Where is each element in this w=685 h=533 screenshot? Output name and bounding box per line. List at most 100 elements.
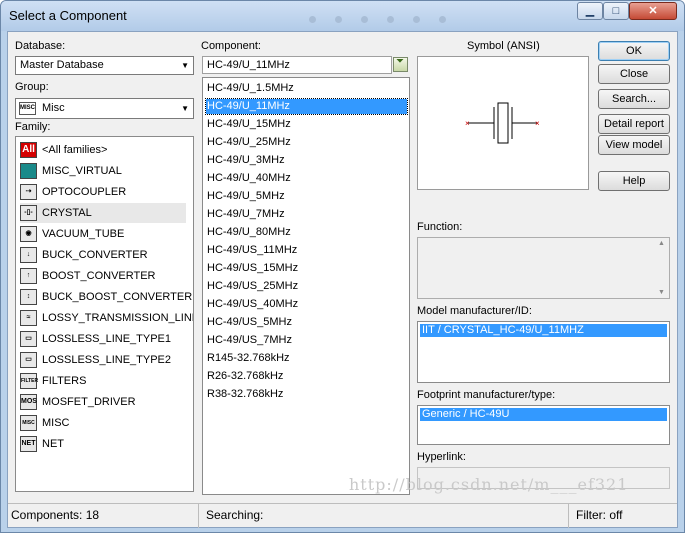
family-item[interactable]: NET NET [20, 434, 186, 454]
family-item-label: BUCK_BOOST_CONVERTER [42, 291, 193, 303]
lossless-line-type1-icon: ▭ [20, 331, 37, 347]
misc-virtual-icon [20, 163, 37, 179]
component-label: Component: [201, 40, 261, 52]
database-dropdown[interactable]: Master Database ▼ [15, 56, 194, 75]
family-item[interactable]: ⇢ OPTOCOUPLER [20, 182, 186, 202]
component-list[interactable]: HC-49/U_1.5MHz HC-49/U_11MHz HC-49/U_15MHz… [202, 77, 410, 495]
close-window-button[interactable]: ✕ [629, 2, 677, 20]
family-item-label: CRYSTAL [42, 207, 92, 219]
status-divider [198, 504, 199, 528]
model-manufacturer-list[interactable]: IIT / CRYSTAL_HC-49/U_11MHZ [417, 321, 670, 383]
title-bar[interactable]: Select a Component ▁ □ ✕ [1, 1, 684, 31]
window-title: Select a Component [9, 8, 127, 23]
family-item[interactable]: ◉ VACUUM_TUBE [20, 224, 186, 244]
faded-dot-icon [335, 16, 342, 23]
maximize-button[interactable]: □ [603, 2, 629, 20]
group-label: Group: [15, 81, 49, 93]
filter-funnel-icon: ⏷ [396, 56, 404, 67]
footprint-label: Footprint manufacturer/type: [417, 389, 556, 401]
status-divider [568, 504, 569, 528]
family-item[interactable]: MISC_VIRTUAL [20, 161, 186, 181]
family-item[interactable]: ↓ BUCK_CONVERTER [20, 245, 186, 265]
buck-converter-icon: ↓ [20, 247, 37, 263]
close-icon: ✕ [648, 5, 658, 17]
family-item-label: LOSSLESS_LINE_TYPE1 [42, 333, 172, 345]
model-manufacturer-label: Model manufacturer/ID: [417, 305, 532, 317]
search-button[interactable]: Search... [598, 89, 670, 109]
component-item[interactable]: HC-49/US_7MHz [206, 333, 407, 348]
family-item[interactable]: ≈ LOSSY_TRANSMISSION_LINE [20, 308, 193, 328]
footprint-list[interactable]: Generic / HC-49U [417, 405, 670, 445]
family-list[interactable]: All <All families> MISC_VIRTUAL ⇢ OPTOCOUPLE… [15, 136, 194, 492]
lossy-transmission-line-icon: ≈ [20, 310, 37, 326]
family-item[interactable]: ▭ LOSSLESS_LINE_TYPE2 [20, 350, 186, 370]
group-dropdown[interactable]: MISC Misc ▼ [15, 98, 194, 119]
component-item[interactable]: R26-32.768kHz [206, 369, 407, 384]
footprint-item[interactable]: Generic / HC-49U [420, 408, 667, 421]
help-button[interactable]: Help [598, 171, 670, 191]
all-families-icon: All [20, 142, 37, 158]
chevron-down-icon: ▼ [181, 104, 189, 113]
family-item-label: LOSSY_TRANSMISSION_LINE [42, 312, 194, 324]
components-count: Components: 18 [11, 508, 100, 522]
component-item[interactable]: HC-49/US_11MHz [206, 243, 407, 258]
faded-dot-icon [309, 16, 316, 23]
minimize-icon: ▁ [585, 5, 595, 17]
select-component-window: Select a Component ▁ □ ✕ Database: Maste… [0, 0, 685, 533]
view-model-button[interactable]: View model [598, 135, 670, 155]
component-item[interactable]: HC-49/U_1.5MHz [206, 81, 407, 96]
component-item[interactable]: HC-49/US_5MHz [206, 315, 407, 330]
faded-dot-icon [413, 16, 420, 23]
lossless-line-type2-icon: ▭ [20, 352, 37, 368]
function-textbox[interactable]: ▲ ▼ [417, 237, 670, 299]
component-item[interactable]: HC-49/U_25MHz [206, 135, 407, 150]
family-item-label: NET [42, 438, 64, 450]
svg-text:×: × [465, 119, 470, 128]
title-bar-background-icons [301, 13, 551, 27]
faded-dot-icon [439, 16, 446, 23]
family-item-label: MOSFET_DRIVER [42, 396, 136, 408]
model-manufacturer-item[interactable]: IIT / CRYSTAL_HC-49/U_11MHZ [420, 324, 667, 337]
family-item[interactable]: FILTER FILTERS [20, 371, 186, 391]
database-label: Database: [15, 40, 66, 52]
component-search-value: HC-49/U_11MHz [207, 59, 290, 71]
component-item[interactable]: HC-49/US_25MHz [206, 279, 407, 294]
component-item[interactable]: HC-49/U_7MHz [206, 207, 407, 222]
optocoupler-icon: ⇢ [20, 184, 37, 200]
component-item[interactable]: HC-49/US_40MHz [206, 297, 407, 312]
family-item-label: VACUUM_TUBE [42, 228, 125, 240]
family-item[interactable]: MISC MISC [20, 413, 186, 433]
filter-status: Filter: off [576, 508, 623, 522]
component-item[interactable]: HC-49/U_3MHz [206, 153, 407, 168]
family-item[interactable]: MOS MOSFET_DRIVER [20, 392, 186, 412]
component-item[interactable]: HC-49/U_5MHz [206, 189, 407, 204]
filter-button[interactable]: ⏷ [393, 56, 408, 72]
net-icon: NET [20, 436, 37, 452]
minimize-button[interactable]: ▁ [577, 2, 603, 20]
scroll-up-icon[interactable]: ▲ [658, 240, 665, 247]
family-item[interactable]: All <All families> [20, 140, 186, 160]
close-button[interactable]: Close [598, 64, 670, 84]
family-item[interactable]: ↑ BOOST_CONVERTER [20, 266, 186, 286]
component-search-input[interactable]: HC-49/U_11MHz [202, 56, 392, 74]
component-item[interactable]: R38-32.768kHz [206, 387, 407, 402]
component-item[interactable]: HC-49/U_40MHz [206, 171, 407, 186]
function-scrollbar[interactable]: ▲ ▼ [655, 238, 669, 298]
component-item[interactable]: HC-49/U_15MHz [206, 117, 407, 132]
component-item[interactable]: HC-49/U_80MHz [206, 225, 407, 240]
vacuum-tube-icon: ◉ [20, 226, 37, 242]
maximize-icon: □ [612, 5, 620, 17]
component-item[interactable]: HC-49/U_11MHz [205, 98, 408, 115]
component-item[interactable]: R145-32.768kHz [206, 351, 407, 366]
function-label: Function: [417, 221, 463, 233]
detail-report-button[interactable]: Detail report [598, 114, 670, 134]
family-item-label: FILTERS [42, 375, 87, 387]
boost-converter-icon: ↑ [20, 268, 37, 284]
family-item[interactable]: ↕ BUCK_BOOST_CONVERTER [20, 287, 192, 307]
ok-button[interactable]: OK [598, 41, 670, 61]
group-value: Misc [42, 102, 65, 114]
family-item[interactable]: ▭ LOSSLESS_LINE_TYPE1 [20, 329, 186, 349]
scroll-down-icon[interactable]: ▼ [658, 289, 665, 296]
family-item[interactable]: -▯- CRYSTAL [20, 203, 186, 223]
component-item[interactable]: HC-49/US_15MHz [206, 261, 407, 276]
